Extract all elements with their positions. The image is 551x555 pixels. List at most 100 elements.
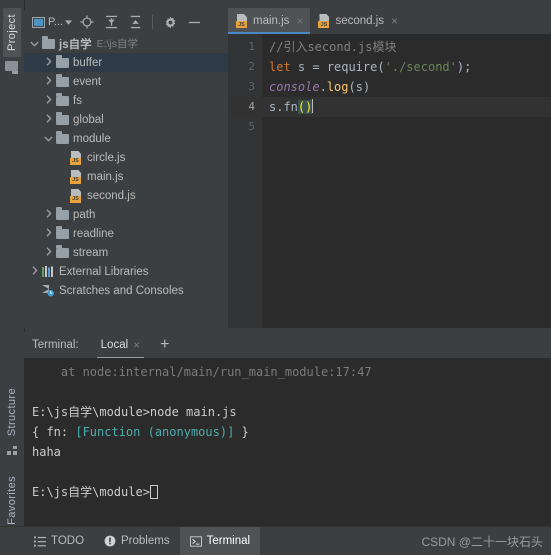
minimize-icon [188, 21, 200, 23]
crosshair-target-icon [80, 15, 94, 29]
status-bar-item-terminal-label: Terminal [206, 535, 251, 547]
editor-tab-label: main.js [253, 15, 290, 27]
tree-item-label: event [73, 75, 102, 88]
project-tree[interactable]: js自学 E:\js自学 buffer event fs global module JS ci… [24, 34, 228, 328]
line-number: 5 [248, 120, 255, 133]
terminal-caret [149, 485, 158, 499]
chevron-right-icon[interactable] [42, 247, 55, 258]
structure-icon [3, 443, 21, 459]
code-token: let [269, 60, 291, 74]
close-icon[interactable]: × [133, 338, 140, 352]
select-opened-file-button[interactable] [76, 12, 98, 32]
folder-icon [55, 54, 69, 70]
editor-code-area[interactable]: //引入second.js模块 let s = require('./second… [262, 34, 551, 328]
code-line[interactable]: //引入second.js模块 [262, 37, 551, 57]
tree-item-main-js[interactable]: JS main.js [24, 167, 228, 186]
tree-item-label: fs [73, 94, 82, 107]
chevron-right-icon[interactable] [42, 57, 55, 68]
chevron-right-icon[interactable] [42, 95, 55, 106]
folder-icon [55, 130, 69, 146]
terminal-prompt: E:\js自学\module> [32, 485, 150, 499]
new-terminal-tab-button[interactable]: + [160, 337, 169, 353]
expand-all-button[interactable] [100, 12, 122, 32]
tree-item-readline[interactable]: readline [24, 224, 228, 243]
chevron-right-icon[interactable] [42, 228, 55, 239]
chevron-down-icon[interactable] [28, 39, 41, 49]
editor-tab-label: second.js [335, 15, 385, 27]
folder-icon [55, 206, 69, 222]
tree-item-buffer[interactable]: buffer [24, 53, 228, 72]
status-bar-item-problems-label: Problems [121, 535, 170, 547]
terminal-tab-local[interactable]: Local × [95, 334, 147, 359]
problems-warning-icon [104, 535, 116, 547]
editor-tab-second-js[interactable]: JS second.js × [310, 8, 405, 34]
status-bar-item-terminal[interactable]: Terminal [179, 527, 261, 555]
tree-item-label: stream [73, 246, 109, 259]
chevron-down-icon[interactable] [42, 134, 55, 144]
tree-item-global[interactable]: global [24, 110, 228, 129]
code-editor[interactable]: 1 2 3 4 5 //引入second.js模块 let s = require('./… [228, 34, 551, 328]
sidebar-tab-project-label: Project [6, 14, 18, 52]
tree-item-scratches-and-consoles[interactable]: Scratches and Consoles [24, 281, 228, 300]
status-bar: TODO Problems Terminal CSDN @二十一块石头 [0, 526, 551, 555]
tree-item-label: Scratches and Consoles [59, 284, 184, 297]
status-bar-item-todo[interactable]: TODO [24, 527, 94, 555]
collapse-all-button[interactable] [124, 12, 146, 32]
tree-item-external-libraries[interactable]: External Libraries [24, 262, 228, 281]
code-line[interactable]: let s = require('./second'); [262, 57, 551, 77]
tree-item-fs[interactable]: fs [24, 91, 228, 110]
watermark-text: CSDN @二十一块石头 [421, 534, 543, 549]
terminal-tab-local-label: Local [100, 339, 129, 351]
project-toolbar: P... [24, 10, 228, 34]
terminal-line: at node:internal/main/run_main_module:17… [32, 365, 372, 379]
chevron-right-icon[interactable] [28, 266, 41, 277]
folder-icon [55, 111, 69, 127]
line-number: 3 [248, 80, 255, 93]
terminal-header: Terminal: Local × + [24, 332, 551, 359]
sidebar-tab-structure[interactable]: Structure [3, 382, 21, 442]
sidebar-tab-project[interactable]: Project [3, 8, 21, 58]
sidebar-tab-favorites[interactable]: Favorites [3, 470, 21, 531]
close-icon[interactable]: × [296, 14, 303, 28]
status-bar-item-problems[interactable]: Problems [94, 527, 180, 555]
close-icon[interactable]: × [391, 14, 398, 28]
editor-tab-main-js[interactable]: JS main.js × [228, 8, 311, 34]
terminal-title: Terminal: [32, 339, 79, 351]
line-number: 1 [248, 40, 255, 53]
tree-item-circle-js[interactable]: JS circle.js [24, 148, 228, 167]
folder-icon [41, 35, 55, 51]
code-line[interactable] [262, 117, 551, 137]
window-icon [32, 16, 45, 28]
editor-gutter: 1 2 3 4 5 [228, 34, 262, 328]
chevron-right-icon[interactable] [42, 209, 55, 220]
chevron-right-icon[interactable] [42, 76, 55, 87]
tree-item-label: main.js [87, 170, 124, 183]
js-file-icon: JS [235, 14, 249, 28]
sidebar-tab-structure-label: Structure [6, 387, 18, 437]
tree-item-label: path [73, 208, 96, 221]
project-scope-selector[interactable]: P... [30, 12, 74, 32]
tree-item-second-js[interactable]: JS second.js [24, 186, 228, 205]
tree-item-module[interactable]: module [24, 129, 228, 148]
expand-all-icon [105, 15, 117, 29]
line-number: 4 [228, 97, 262, 117]
text-caret [312, 99, 314, 113]
hide-panel-button[interactable] [183, 12, 205, 32]
tree-item-js[interactable]: js自学 E:\js自学 [24, 34, 228, 53]
code-line[interactable]: console.log(s) [262, 77, 551, 97]
terminal-output[interactable]: at node:internal/main/run_main_module:17… [24, 358, 551, 527]
editor-tab-strip[interactable]: JS main.js × JS second.js × [228, 8, 551, 34]
code-token: () [297, 100, 313, 114]
project-scope-label: P... [48, 16, 64, 28]
tree-item-event[interactable]: event [24, 72, 228, 91]
terminal-icon [189, 535, 202, 547]
tree-item-path[interactable]: path [24, 205, 228, 224]
tree-item-stream[interactable]: stream [24, 243, 228, 262]
settings-button[interactable] [159, 12, 181, 32]
terminal-line: haha [32, 445, 61, 459]
chevron-right-icon[interactable] [42, 114, 55, 125]
code-token: ( [377, 60, 385, 74]
status-bar-item-todo-label: TODO [51, 535, 85, 547]
code-token: (s) [348, 80, 371, 94]
code-line[interactable]: s.fn() [262, 97, 551, 117]
